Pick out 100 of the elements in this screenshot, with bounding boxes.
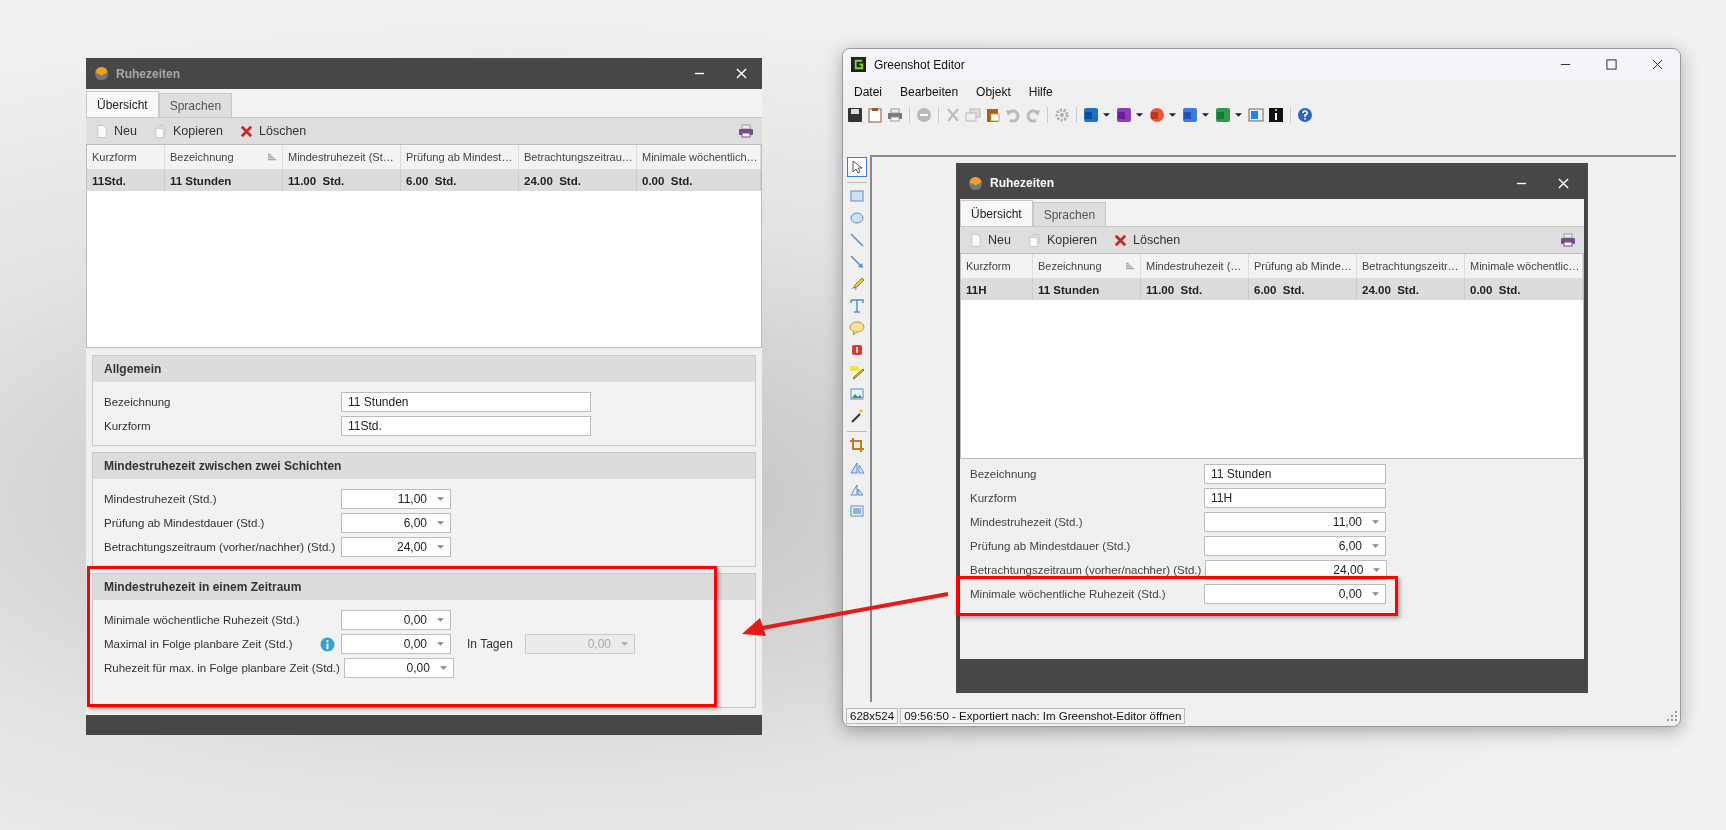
logo-icon — [968, 175, 983, 191]
table-cell: 11.00 Std. — [1141, 279, 1249, 300]
table-cell: 11 Stunden — [165, 170, 283, 191]
copy-icon — [152, 123, 168, 139]
resize-grip-icon[interactable] — [1667, 711, 1677, 721]
column-header[interactable]: Mindestruhezeit (St… — [283, 145, 401, 169]
app-icon[interactable] — [1116, 107, 1132, 123]
caret-icon — [1372, 544, 1379, 548]
caret-icon[interactable] — [1136, 113, 1143, 117]
column-header[interactable]: Minimale wöchentlic… — [1465, 254, 1583, 278]
field-label: Mindestruhezeit (Std.) — [970, 516, 1084, 528]
cross-icon — [239, 123, 254, 139]
field-label: Kurzform — [104, 420, 152, 432]
number-dropdown[interactable]: 0,00 — [341, 610, 451, 630]
tab[interactable]: Sprachen — [158, 93, 233, 117]
section-title: Allgemein — [93, 356, 755, 382]
status-text: 628x524 — [846, 708, 899, 724]
new-button[interactable]: Neu — [94, 123, 137, 139]
printer-icon[interactable] — [887, 107, 903, 123]
column-header[interactable]: Bezeichnung — [165, 145, 283, 169]
caret-icon[interactable] — [1103, 113, 1110, 117]
number-dropdown[interactable]: 0,00 — [341, 634, 451, 654]
number-dropdown[interactable]: 24,00 — [341, 537, 451, 557]
table-row[interactable]: 11Std. 11 Stunden 11.00 Std. 6.00 Std. 24.00 Std. 0.00 Std. — [87, 170, 761, 191]
number-dropdown[interactable]: 6,00 — [341, 513, 451, 533]
caret-icon[interactable] — [1235, 113, 1242, 117]
caret-icon — [439, 666, 447, 670]
input-field[interactable]: 11H — [1204, 488, 1386, 508]
menu-item[interactable]: Datei — [847, 82, 889, 101]
window-title: Ruhezeiten — [116, 66, 180, 81]
caret-icon — [437, 521, 444, 525]
page-icon — [968, 232, 983, 248]
app-icon[interactable] — [1182, 107, 1198, 123]
tab[interactable]: Übersicht — [960, 200, 1033, 226]
column-header[interactable]: Prüfung ab Minde… — [1249, 254, 1357, 278]
column-header[interactable]: Bezeichnung — [1033, 254, 1141, 278]
table-cell: 6.00 Std. — [1249, 279, 1357, 300]
pointer-icon[interactable] — [846, 157, 867, 177]
paste-icon[interactable] — [985, 107, 1001, 123]
copy-button[interactable]: Kopieren — [1026, 232, 1097, 248]
input-field[interactable]: 11Std. — [341, 416, 591, 436]
caret-icon — [1372, 520, 1379, 524]
table-cell: 0.00 Std. — [1465, 279, 1583, 300]
column-header[interactable]: Betrachtungszeitrau… — [519, 145, 637, 169]
caret-icon[interactable] — [1202, 113, 1209, 117]
field-label: In Tagen — [467, 637, 514, 651]
clipboard-icon[interactable] — [867, 107, 883, 123]
help-icon[interactable] — [1297, 107, 1313, 123]
column-header[interactable]: Mindestruhezeit (… — [1141, 254, 1249, 278]
table-cell: 6.00 Std. — [401, 170, 519, 191]
table-cell: 11 Stunden — [1033, 279, 1141, 300]
menu-item[interactable]: Bearbeiten — [893, 82, 966, 101]
cross-icon — [1113, 232, 1128, 248]
field-label: Bezeichnung — [970, 468, 1038, 480]
number-dropdown[interactable]: 11,00 — [341, 489, 451, 509]
section-title: Mindestruhezeit zwischen zwei Schichten — [93, 453, 755, 479]
tab[interactable]: Übersicht — [86, 91, 159, 117]
tab[interactable]: Sprachen — [1032, 202, 1107, 226]
field-label: Betrachtungszeitraum (vorher/nachher) (Std.) — [970, 564, 1203, 576]
save-icon[interactable] — [847, 107, 863, 123]
delete-button[interactable]: Löschen — [239, 123, 307, 139]
app-icon[interactable] — [1215, 107, 1231, 123]
copy-button[interactable]: Kopieren — [152, 123, 223, 139]
caret-icon — [621, 642, 628, 646]
table-row[interactable]: 11H 11 Stunden 11.00 Std. 6.00 Std. 24.00 Std. 0.00 Std. — [961, 279, 1583, 300]
column-header[interactable]: Minimale wöchentlich… — [637, 145, 761, 169]
menu-item[interactable]: Objekt — [969, 82, 1018, 101]
app-icon[interactable] — [1083, 107, 1099, 123]
app-icon[interactable] — [1149, 107, 1165, 123]
column-header[interactable]: Kurzform — [961, 254, 1033, 278]
status-text: 09:56:50 - Exportiert nach: Im Greenshot-Editor öffnen — [900, 708, 1186, 724]
column-header[interactable]: Prüfung ab Mindest… — [401, 145, 519, 169]
gear-icon[interactable] — [1054, 107, 1070, 123]
window-title: Greenshot Editor — [874, 57, 965, 72]
delete-button[interactable]: Löschen — [1113, 232, 1181, 248]
caret-icon — [437, 642, 444, 646]
number-dropdown[interactable]: 0,00 — [343, 658, 454, 678]
number-dropdown[interactable]: 6,00 — [1204, 536, 1386, 556]
printer-icon[interactable] — [1560, 232, 1576, 248]
speech-bubble-icon[interactable] — [846, 318, 867, 338]
input-field[interactable]: 11 Stunden — [341, 392, 591, 412]
number-dropdown[interactable]: 11,00 — [1204, 512, 1386, 532]
close-icon — [1651, 59, 1663, 70]
printer-icon[interactable] — [738, 123, 754, 139]
number-dropdown[interactable]: 0,00 — [1204, 584, 1386, 604]
caret-icon[interactable] — [1169, 113, 1176, 117]
new-button[interactable]: Neu — [968, 232, 1011, 248]
field-label: Prüfung ab Mindestdauer (Std.) — [104, 517, 266, 529]
minus-circle-icon[interactable] — [916, 107, 932, 123]
table-cell: 24.00 Std. — [1357, 279, 1465, 300]
table-cell: 24.00 Std. — [519, 170, 637, 191]
field-label: Bezeichnung — [104, 396, 172, 408]
input-field[interactable]: 11 Stunden — [1204, 464, 1386, 484]
column-header[interactable]: Kurzform — [87, 145, 165, 169]
column-header[interactable]: Betrachtungszeitr… — [1357, 254, 1465, 278]
field-label: Mindestruhezeit (Std.) — [104, 493, 218, 505]
table-cell: 11Std. — [87, 170, 165, 191]
info-icon[interactable] — [1268, 107, 1284, 123]
field-label: Prüfung ab Mindestdauer (Std.) — [970, 540, 1132, 552]
menu-item[interactable]: Hilfe — [1021, 82, 1060, 101]
